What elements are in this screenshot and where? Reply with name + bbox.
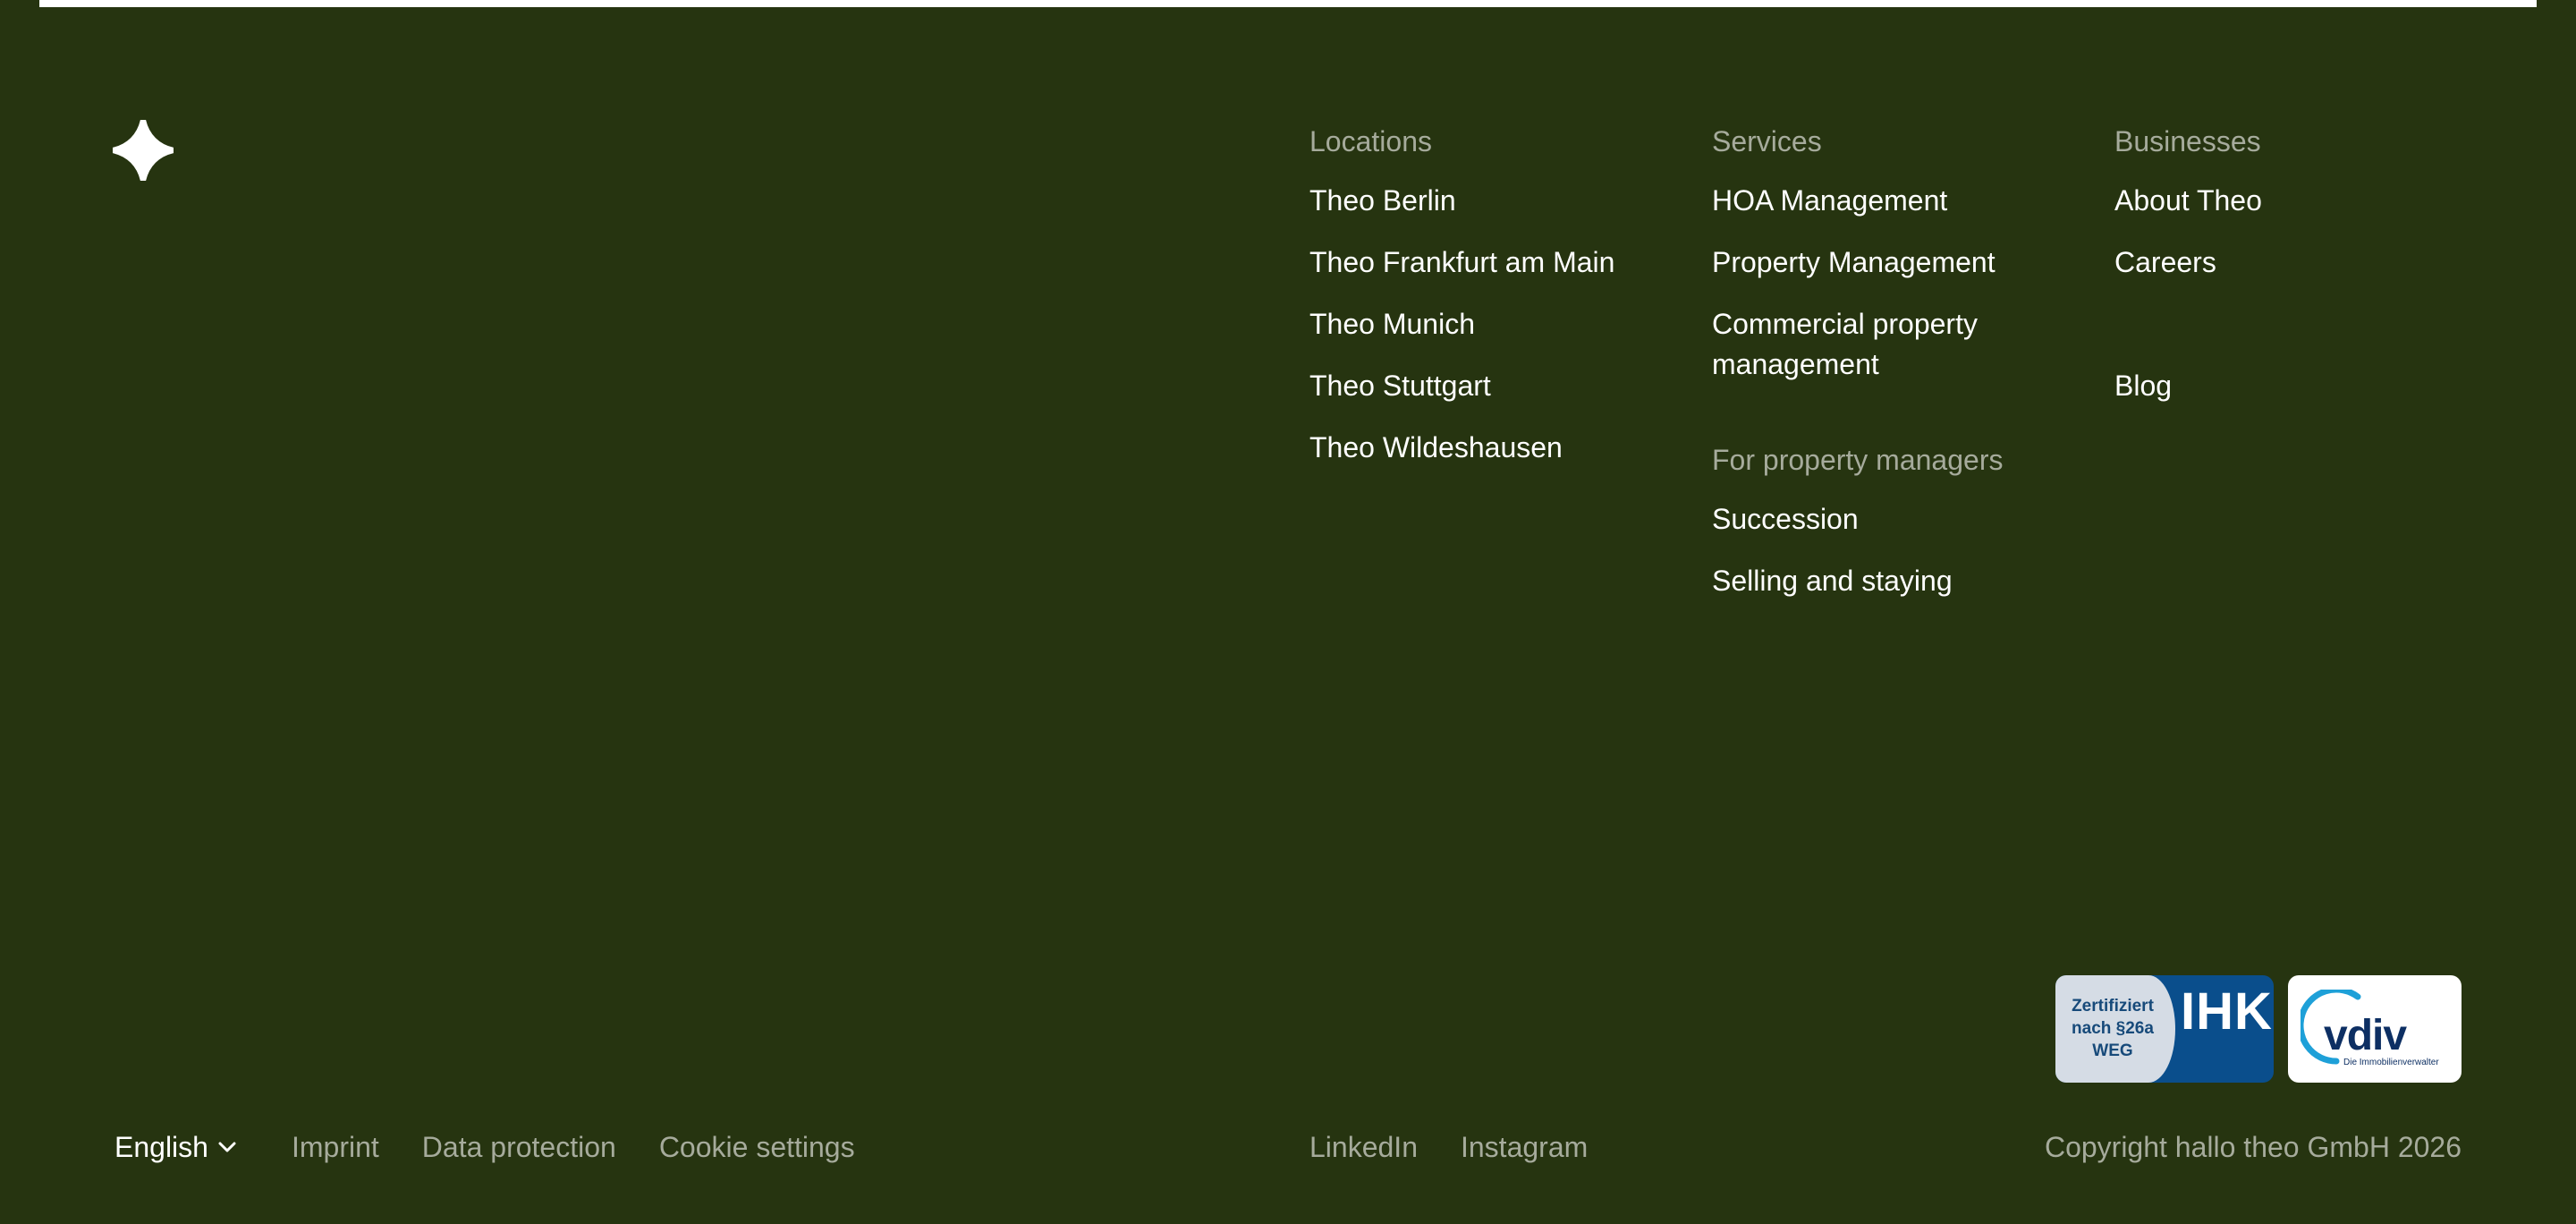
ihk-line-2: nach §26a: [2072, 1019, 2154, 1038]
four-point-star-icon: [110, 117, 176, 183]
ihk-line-3: WEG: [2092, 1041, 2133, 1060]
link-linkedin[interactable]: LinkedIn: [1309, 1129, 1418, 1165]
link-theo-frankfurt[interactable]: Theo Frankfurt am Main: [1309, 242, 1614, 283]
link-careers[interactable]: Careers: [2114, 242, 2262, 283]
link-theo-wildeshausen[interactable]: Theo Wildeshausen: [1309, 428, 1614, 468]
vdiv-membership-badge: vdiv Die Immobilienverwalter: [2288, 975, 2462, 1083]
top-divider-bar: [39, 0, 2537, 7]
social-links: LinkedIn Instagram: [1309, 1129, 1588, 1165]
language-selector[interactable]: English: [114, 1129, 237, 1165]
column-heading: Businesses: [2114, 125, 2261, 157]
copyright-text: Copyright hallo theo GmbH 2026: [2044, 1131, 2462, 1163]
ihk-certification-badge: Zertifiziert nach §26a WEG IHK: [2055, 975, 2274, 1083]
footer-column-services: Services HOA Management Property Managem…: [1712, 123, 2034, 601]
theo-logo[interactable]: [110, 117, 176, 183]
link-selling-and-staying[interactable]: Selling and staying: [1712, 561, 2034, 601]
link-theo-berlin[interactable]: Theo Berlin: [1309, 181, 1614, 221]
link-commercial-property-management[interactable]: Commercial property management: [1712, 304, 2034, 385]
link-blog[interactable]: Blog: [2114, 366, 2262, 406]
link-succession[interactable]: Succession: [1712, 499, 2034, 540]
chevron-down-icon: [218, 1142, 236, 1152]
certification-badges: Zertifiziert nach §26a WEG IHK vdiv Die …: [2055, 975, 2462, 1083]
link-cookie-settings[interactable]: Cookie settings: [659, 1129, 855, 1165]
column-heading-property-managers: For property managers: [1712, 444, 2004, 476]
language-selected: English: [114, 1131, 208, 1163]
column-heading: Services: [1712, 125, 1822, 157]
ihk-logo-text: IHK: [2181, 982, 2273, 1041]
link-property-management[interactable]: Property Management: [1712, 242, 2034, 283]
link-instagram[interactable]: Instagram: [1461, 1129, 1588, 1165]
ihk-certification-text: Zertifiziert nach §26a WEG: [2063, 995, 2163, 1062]
vdiv-tagline: Die Immobilienverwalter: [2343, 1058, 2439, 1067]
ihk-line-1: Zertifiziert: [2072, 997, 2154, 1016]
link-theo-munich[interactable]: Theo Munich: [1309, 304, 1614, 344]
footer-column-locations: Locations Theo Berlin Theo Frankfurt am …: [1309, 123, 1614, 468]
link-about-theo[interactable]: About Theo: [2114, 181, 2262, 221]
column-heading: Locations: [1309, 125, 1432, 157]
link-data-protection[interactable]: Data protection: [422, 1129, 616, 1165]
link-theo-stuttgart[interactable]: Theo Stuttgart: [1309, 366, 1614, 406]
vdiv-logo-text: vdiv: [2324, 1012, 2407, 1059]
link-imprint[interactable]: Imprint: [292, 1129, 379, 1165]
legal-links: Imprint Data protection Cookie settings: [292, 1129, 855, 1165]
footer-page: Locations Theo Berlin Theo Frankfurt am …: [0, 0, 2576, 1224]
link-hoa-management[interactable]: HOA Management: [1712, 181, 2034, 221]
footer-column-businesses: Businesses About Theo Careers Blog: [2114, 123, 2262, 406]
